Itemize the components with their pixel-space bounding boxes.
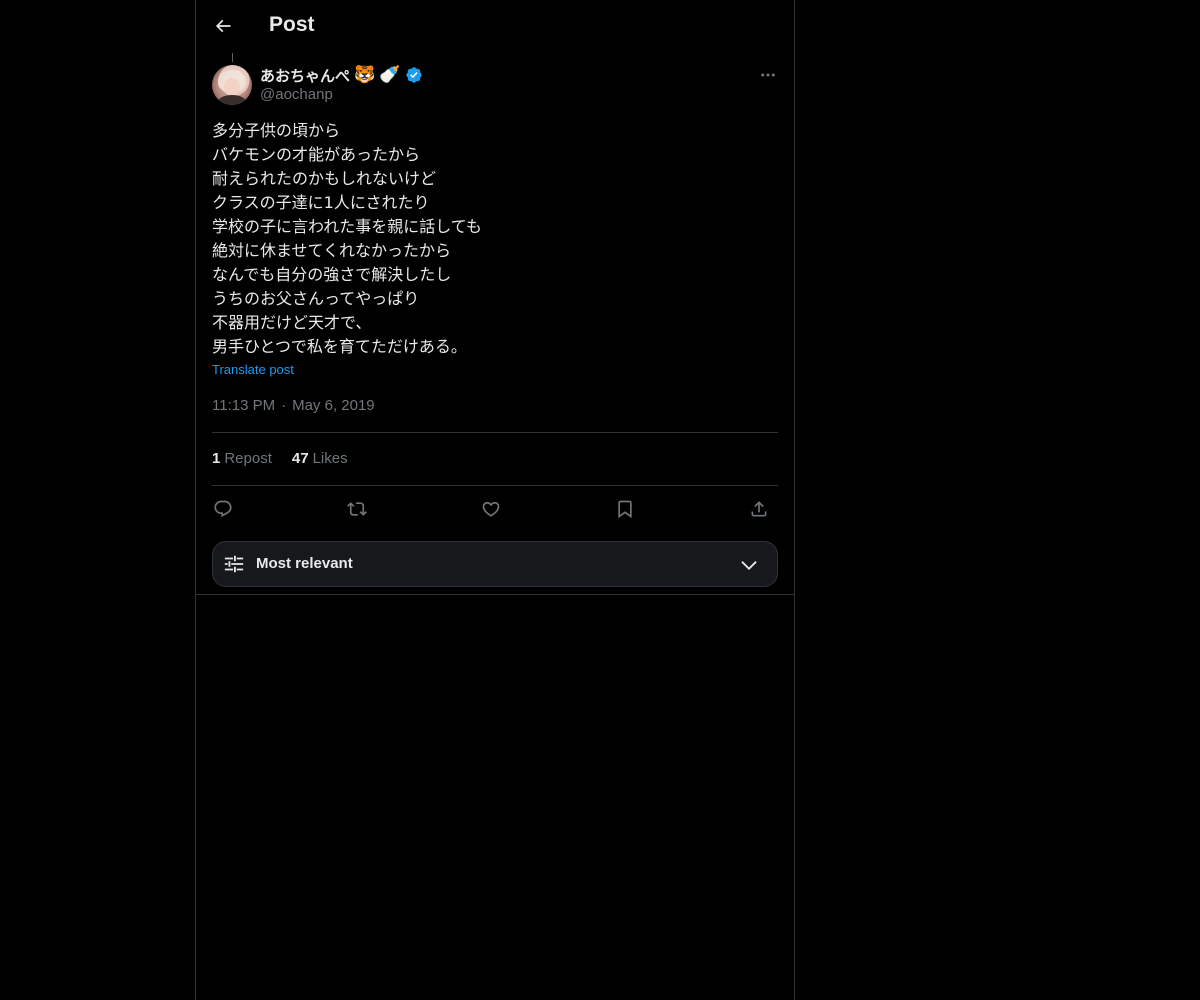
sort-label: Most relevant [256,555,353,572]
bookmark-icon [618,500,632,519]
likes-count: 47 [291,450,309,467]
translate-post-link[interactable]: Translate post [212,362,294,377]
likes-label: Likes [312,450,348,467]
more-options-button[interactable] [756,64,780,86]
share-button[interactable] [746,496,772,522]
sliders-icon [224,555,244,573]
like-button[interactable] [478,496,504,522]
divider [212,485,778,486]
repost-icon [347,502,367,516]
chevron-down-icon [741,561,757,571]
reposts-count: 1 [212,450,221,467]
post-header: Post [196,0,794,53]
page-title: Post [269,13,315,36]
back-button[interactable] [208,11,238,41]
timestamp-separator: · [281,397,287,414]
avatar[interactable] [212,65,252,105]
reposts-label: Repost [224,450,272,467]
share-icon [751,501,767,517]
baby-bottle-emoji: 🍼 [379,64,401,85]
thread-connector-line [232,53,233,62]
divider [196,594,794,595]
repost-button[interactable] [344,496,370,522]
post-time[interactable]: 11:13 PM [212,397,275,414]
reply-icon [214,500,232,518]
reply-sort-dropdown[interactable]: Most relevant [212,541,778,587]
author-name-row: あおちゃんぺ 🐯 🍼 [260,64,423,86]
verified-badge-icon[interactable] [405,66,423,84]
author-display-name[interactable]: あおちゃんぺ [260,65,350,86]
more-horizontal-icon [761,73,775,77]
post-text: 多分子供の頃から バケモンの才能があったから 耐えられたのかもしれないけど クラ… [212,121,482,356]
arrow-left-icon [215,19,231,33]
post-date[interactable]: May 6, 2019 [292,397,375,414]
post-column: Post あおちゃんぺ 🐯 🍼 @aochanp 多分子供の頃から バケモンの才… [195,0,795,1000]
post-timestamp: 11:13 PM · May 6, 2019 [212,397,375,414]
reposts-stat[interactable]: 1 Repost [212,450,272,467]
heart-icon [482,501,500,517]
engagement-stats: 1 Repost 47 Likes [212,450,348,467]
reply-button[interactable] [210,496,236,522]
tiger-emoji: 🐯 [354,64,376,85]
author-handle[interactable]: @aochanp [260,86,333,103]
likes-stat[interactable]: 47 Likes [292,450,348,467]
divider [212,432,778,433]
post-actions [212,496,778,522]
bookmark-button[interactable] [612,496,638,522]
